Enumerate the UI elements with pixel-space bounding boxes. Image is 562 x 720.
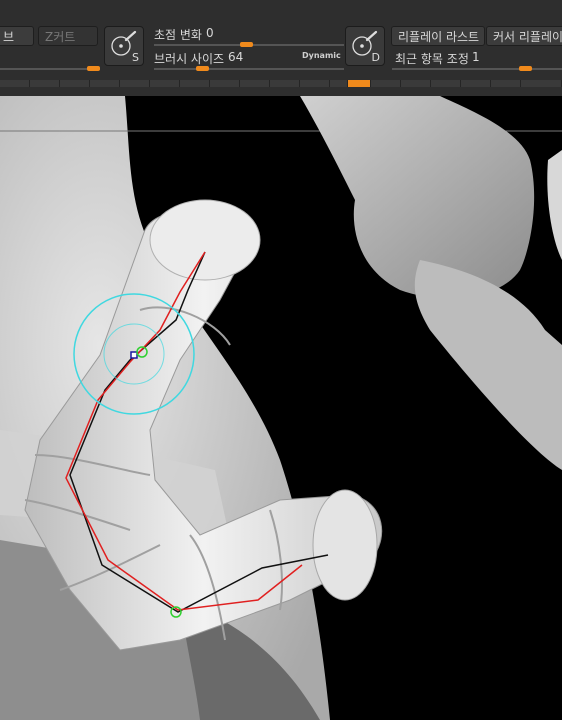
brush-s-button[interactable]: S (104, 26, 144, 66)
progress-strip (0, 80, 562, 87)
replay-last-button[interactable]: 리플레이 라스트 (391, 26, 485, 46)
recent-adjust-value: 1 (472, 50, 480, 64)
z-cut-label: Z커트 (45, 30, 76, 44)
left-partial-label: 브 (3, 30, 15, 44)
focal-shift-value: 0 (206, 26, 214, 40)
focal-shift-knob[interactable] (240, 42, 253, 47)
curve-control-point[interactable] (130, 351, 138, 359)
d-key-label: D (371, 51, 380, 64)
recent-adjust-slider[interactable] (392, 68, 562, 70)
dynamic-toggle[interactable]: Dynamic (302, 51, 341, 60)
s-key-label: S (132, 51, 139, 64)
brush-size-knob[interactable] (196, 66, 209, 71)
brush-size-value: 64 (228, 50, 244, 64)
recent-adjust-label: 최근 항목 조정 (395, 52, 469, 66)
recent-adjust-knob[interactable] (519, 66, 532, 71)
z-cut-button[interactable]: Z커트 (38, 26, 98, 46)
brush-size-label: 브러시 사이즈 (154, 52, 225, 66)
cursor-replay-button[interactable]: 커서 리플레이 (486, 26, 562, 46)
brush-d-button[interactable]: D (345, 26, 385, 66)
active-strip-segment (348, 80, 371, 87)
left-partial-button[interactable]: 브 (0, 26, 34, 46)
replay-last-label: 리플레이 라스트 (398, 30, 480, 44)
top-toolbar: 브 Z커트 S 초점 변화 0 브러시 사이즈 64 Dynamic D 리플레… (0, 0, 562, 96)
brush-size-slider[interactable] (154, 68, 344, 70)
left-slider-knob[interactable] (87, 66, 100, 71)
left-slider-track[interactable] (0, 68, 100, 70)
focal-shift-label: 초점 변화 (154, 28, 202, 42)
cursor-replay-label: 커서 리플레이 (493, 30, 562, 44)
sculpt-viewport[interactable] (0, 96, 562, 720)
